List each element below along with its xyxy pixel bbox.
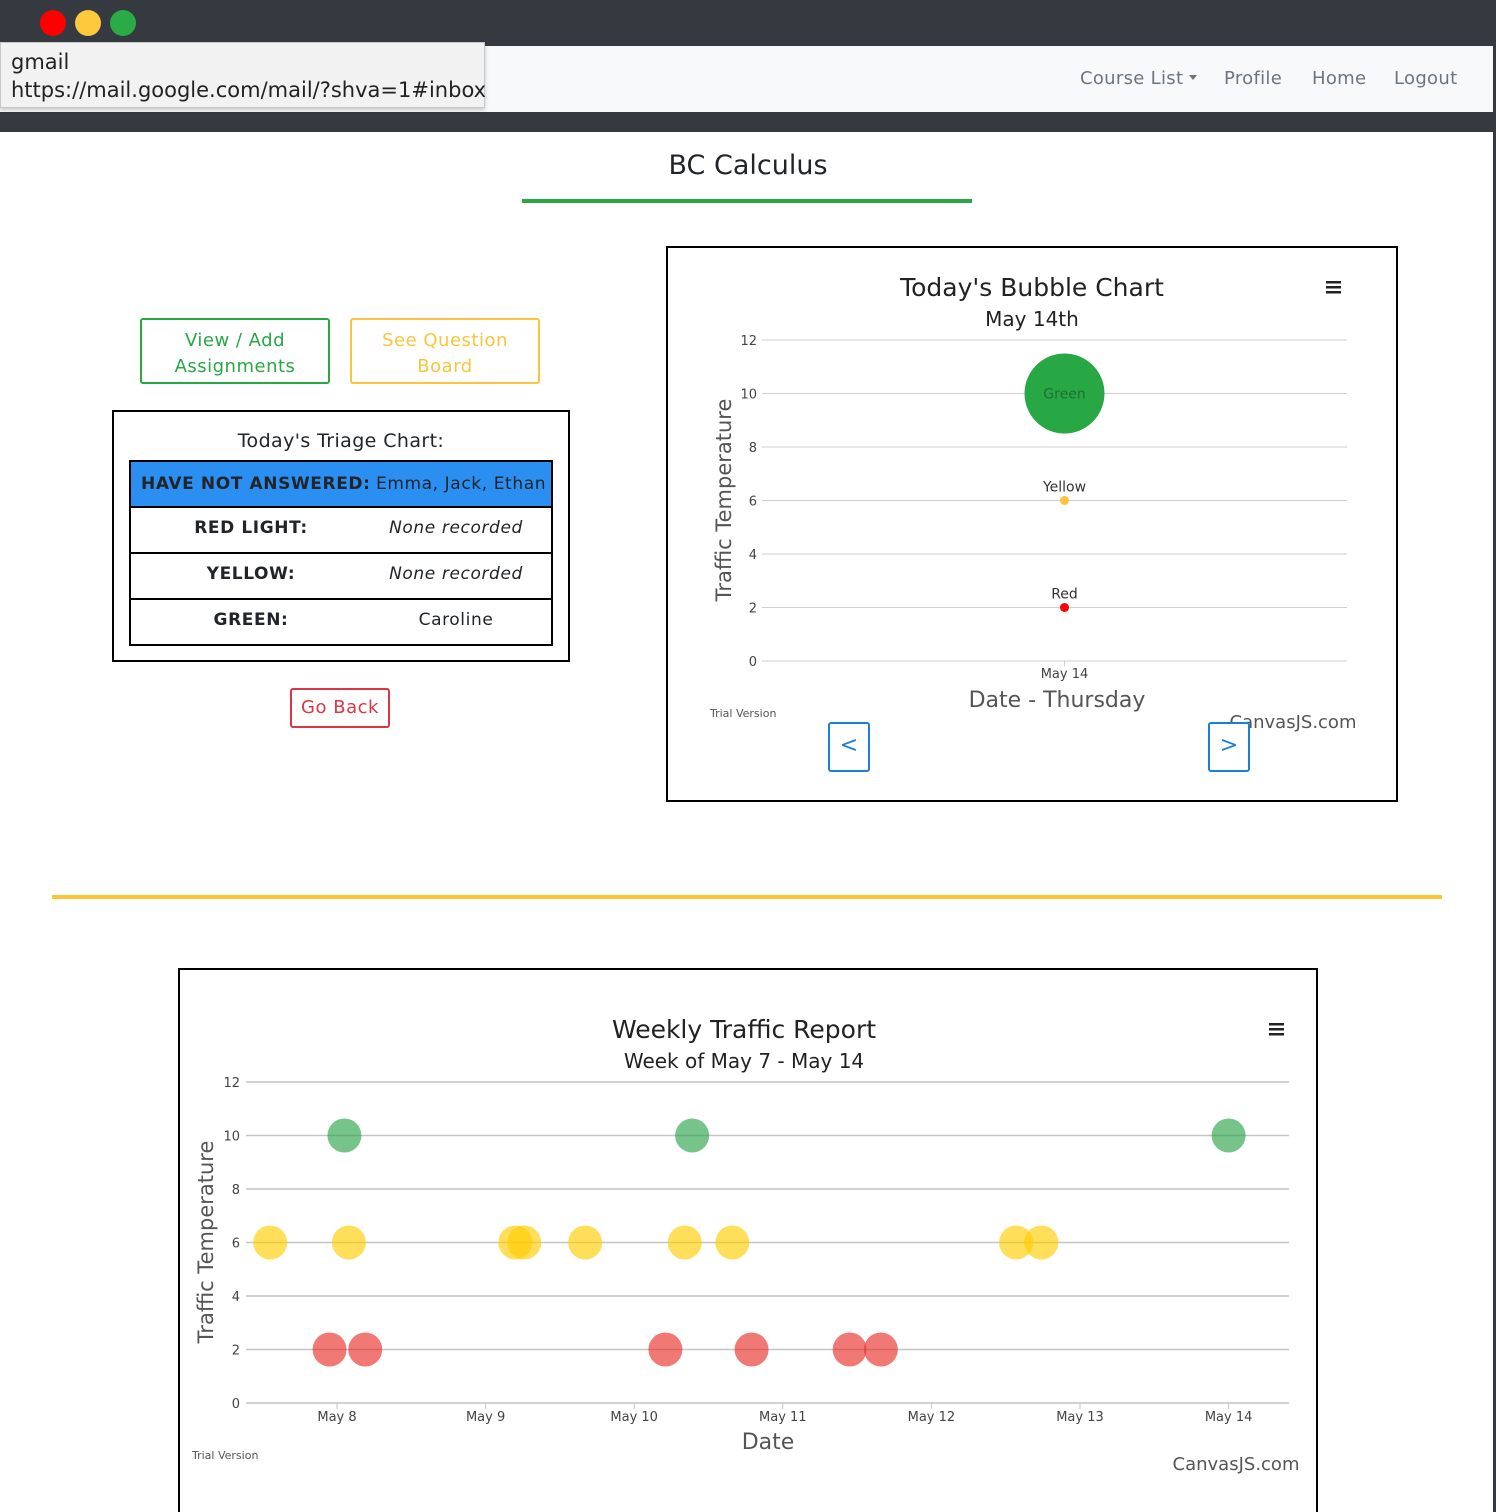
weekly-y-tick-label: 12 [223, 1076, 240, 1091]
bubble-y-tick-label: 6 [749, 495, 757, 510]
bubble-point-label: Green [1043, 387, 1085, 403]
bubble-chart-subtitle: May 14th [985, 307, 1079, 331]
weekly-y-tick-label: 8 [232, 1183, 240, 1198]
bubble-point-yellow [1060, 496, 1069, 505]
bubble-point-label: Yellow [1042, 480, 1086, 496]
weekly-x-axis-label: Date [742, 1430, 795, 1455]
weekly-x-tick-label: May 11 [759, 1410, 807, 1425]
bubble-y-tick-label: 0 [749, 655, 757, 670]
weekly-data-point [715, 1225, 750, 1260]
weekly-y-tick-label: 6 [232, 1237, 240, 1252]
weekly-x-tick-label: May 12 [908, 1410, 956, 1425]
weekly-x-tick-label: May 10 [610, 1410, 658, 1425]
weekly-data-point [1211, 1118, 1246, 1153]
next-day-button[interactable]: > [1208, 722, 1250, 772]
bubble-y-tick-label: 8 [749, 441, 757, 456]
bubble-y-tick-label: 12 [740, 334, 757, 349]
weekly-data-point [331, 1225, 366, 1260]
weekly-y-tick-label: 2 [232, 1344, 240, 1359]
bubble-y-tick-label: 2 [749, 602, 757, 617]
previous-day-button[interactable]: < [828, 722, 870, 772]
weekly-y-tick-label: 0 [232, 1397, 240, 1412]
bubble-y-tick-label: 10 [740, 388, 757, 403]
bubble-y-axis-label: Traffic Temperature [712, 399, 736, 603]
weekly-x-tick-label: May 8 [317, 1410, 356, 1425]
weekly-canvasjs-credit: CanvasJS.com [1173, 1454, 1300, 1475]
weekly-data-point [568, 1225, 603, 1260]
bubble-trial-label: Trial Version [709, 707, 776, 720]
weekly-y-tick-label: 4 [232, 1290, 240, 1305]
bubble-y-tick-label: 4 [749, 548, 757, 563]
menu-icon[interactable] [1326, 281, 1341, 294]
weekly-x-tick-label: May 14 [1205, 1410, 1253, 1425]
weekly-y-tick-label: 10 [223, 1130, 240, 1145]
bubble-x-axis-label: Date - Thursday [969, 688, 1146, 713]
weekly-data-point [734, 1332, 769, 1367]
weekly-chart-title: Weekly Traffic Report [612, 1015, 876, 1044]
weekly-data-point [312, 1332, 347, 1367]
bubble-point-label: Red [1051, 587, 1078, 603]
bubble-x-tick-label: May 14 [1041, 667, 1089, 682]
menu-icon[interactable] [1269, 1023, 1284, 1036]
bubble-chart-title: Today's Bubble Chart [899, 273, 1164, 302]
bubble-point-red [1060, 603, 1069, 612]
weekly-x-tick-label: May 9 [466, 1410, 505, 1425]
charts-svg: Today's Bubble Chart May 14th Traffic Te… [191, 273, 1356, 1475]
weekly-plot-area: 0 2 4 6 8 10 12 May 8 May 9 May 10 May 11 May 12 May… [223, 1076, 1289, 1425]
weekly-data-point [648, 1332, 683, 1367]
weekly-y-axis-label: Traffic Temperature [194, 1141, 218, 1345]
weekly-chart-subtitle: Week of May 7 - May 14 [624, 1049, 864, 1073]
bubble-plot-area: 0 2 4 6 8 10 12 May 14 Green Yellow Red [740, 334, 1347, 682]
weekly-data-point [327, 1118, 362, 1153]
weekly-data-point [507, 1225, 542, 1260]
weekly-data-point [667, 1225, 702, 1260]
weekly-data-point [253, 1225, 288, 1260]
weekly-data-point [348, 1332, 383, 1367]
weekly-trial-label: Trial Version [191, 1449, 258, 1462]
weekly-x-tick-label: May 13 [1056, 1410, 1104, 1425]
weekly-data-point [832, 1332, 867, 1367]
weekly-data-point [863, 1332, 898, 1367]
weekly-data-point [1024, 1225, 1059, 1260]
weekly-data-point [675, 1118, 710, 1153]
